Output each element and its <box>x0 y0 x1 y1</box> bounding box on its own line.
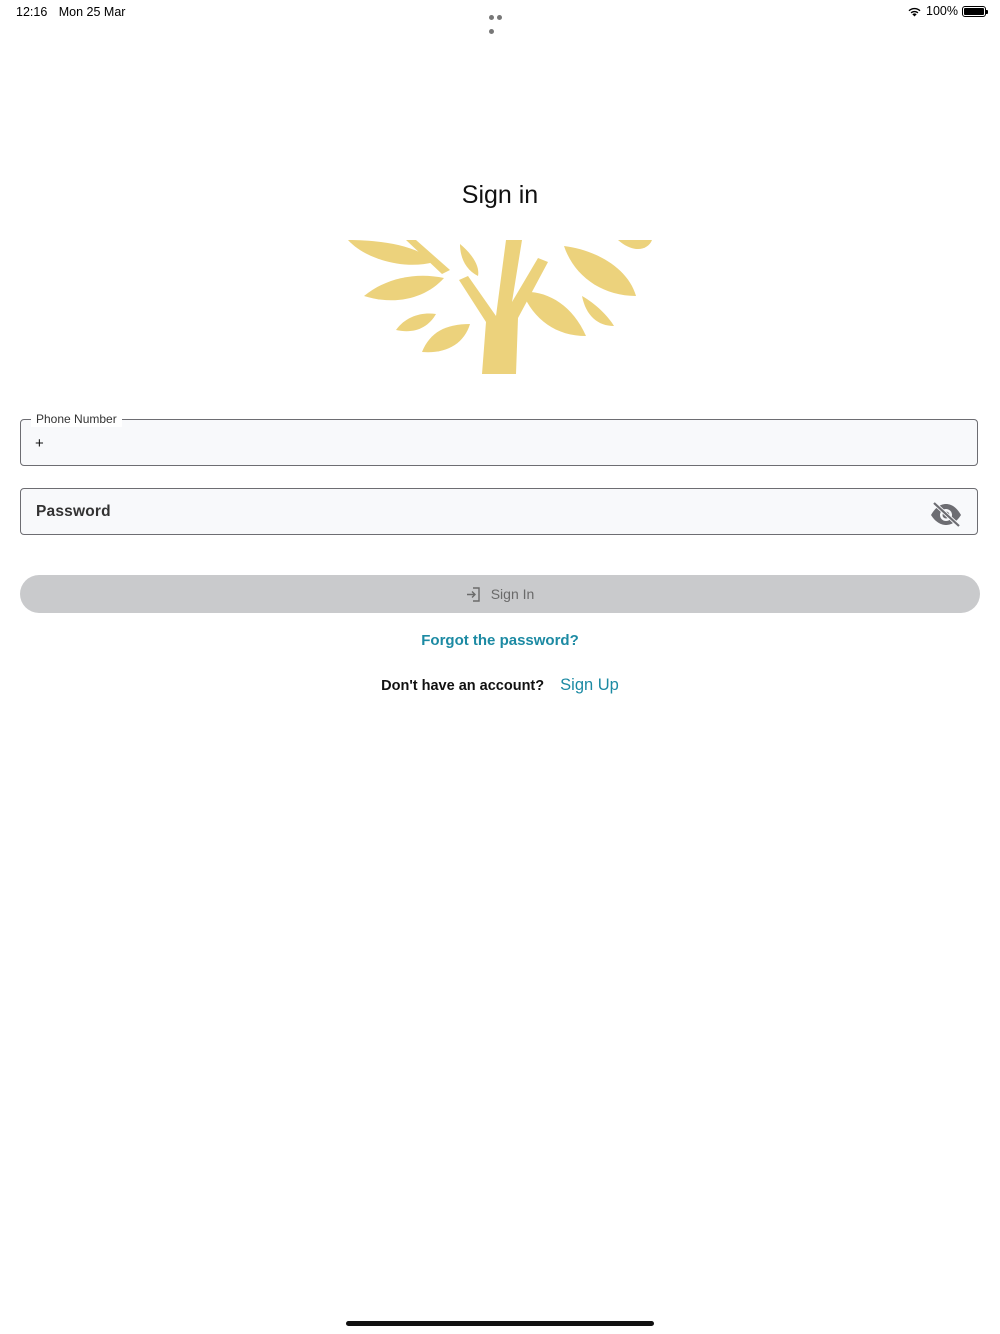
phone-number-label: Phone Number <box>31 411 122 427</box>
status-date: Mon 25 Mar <box>58 5 126 19</box>
password-input[interactable]: Password <box>36 503 111 521</box>
eye-off-icon[interactable] <box>929 501 963 528</box>
home-indicator[interactable] <box>346 1321 654 1326</box>
phone-number-field[interactable]: Phone Number + <box>20 411 978 466</box>
battery-icon <box>962 5 988 17</box>
status-indicators: 100% <box>907 4 988 18</box>
signup-row: Don't have an account? Sign Up <box>0 676 1000 695</box>
page-title: Sign in <box>461 181 539 209</box>
signup-prompt: Don't have an account? <box>381 678 545 694</box>
forgot-password-link[interactable]: Forgot the password? <box>0 632 1000 649</box>
password-field[interactable]: Password <box>20 488 978 535</box>
wifi-icon <box>908 7 921 16</box>
status-time-date: 12:16 Mon 25 Mar <box>16 5 133 19</box>
login-icon <box>466 586 480 602</box>
status-bar: 12:16 Mon 25 Mar 100% <box>0 0 1000 34</box>
battery-percent: 100% <box>926 4 958 18</box>
sign-in-button-label: Sign In <box>490 586 535 602</box>
multitasking-dots-icon[interactable] <box>489 9 511 34</box>
phone-number-input[interactable]: + <box>35 435 44 452</box>
status-time: 12:16 <box>16 5 48 19</box>
sign-in-button[interactable]: Sign In <box>20 575 980 613</box>
tree-logo-icon <box>346 240 654 374</box>
sign-up-link[interactable]: Sign Up <box>560 676 619 694</box>
